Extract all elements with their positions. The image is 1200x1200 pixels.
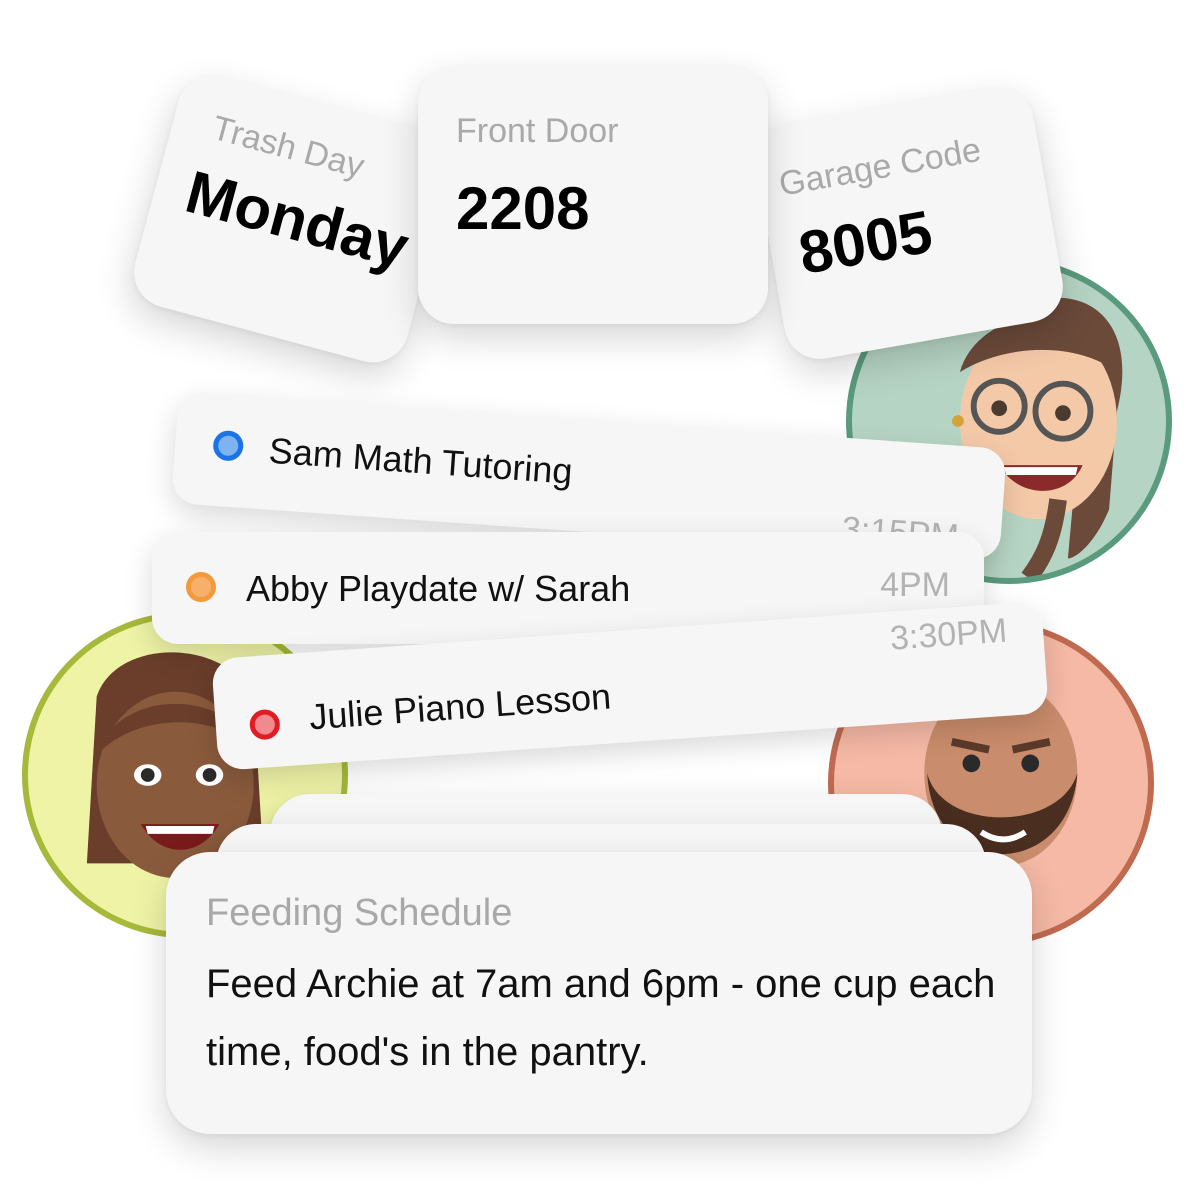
front-door-card: Front Door 2208 bbox=[418, 66, 768, 324]
event-color-dot bbox=[248, 708, 281, 741]
front-door-value: 2208 bbox=[456, 175, 590, 242]
trash-day-value: Monday bbox=[179, 157, 416, 282]
garage-code-label: Garage Code bbox=[776, 130, 984, 204]
event-color-dot bbox=[212, 429, 245, 462]
note-body: Feed Archie at 7am and 6pm - one cup eac… bbox=[206, 962, 996, 1074]
event-time: 4PM bbox=[880, 566, 950, 604]
feeding-schedule-note[interactable]: Feeding Schedule Feed Archie at 7am and … bbox=[166, 852, 1032, 1134]
note-title: Feeding Schedule bbox=[206, 892, 513, 934]
event-title: Julie Piano Lesson bbox=[307, 675, 613, 738]
event-time: 3:30PM bbox=[888, 611, 1009, 658]
garage-code-card: Garage Code 8005 bbox=[749, 81, 1069, 365]
garage-code-value: 8005 bbox=[793, 197, 937, 287]
event-title: Sam Math Tutoring bbox=[267, 429, 574, 492]
event-color-dot bbox=[186, 572, 216, 602]
trash-day-card: Trash Day Monday bbox=[126, 67, 460, 371]
front-door-label: Front Door bbox=[456, 112, 619, 150]
event-title: Abby Playdate w/ Sarah bbox=[246, 568, 631, 609]
